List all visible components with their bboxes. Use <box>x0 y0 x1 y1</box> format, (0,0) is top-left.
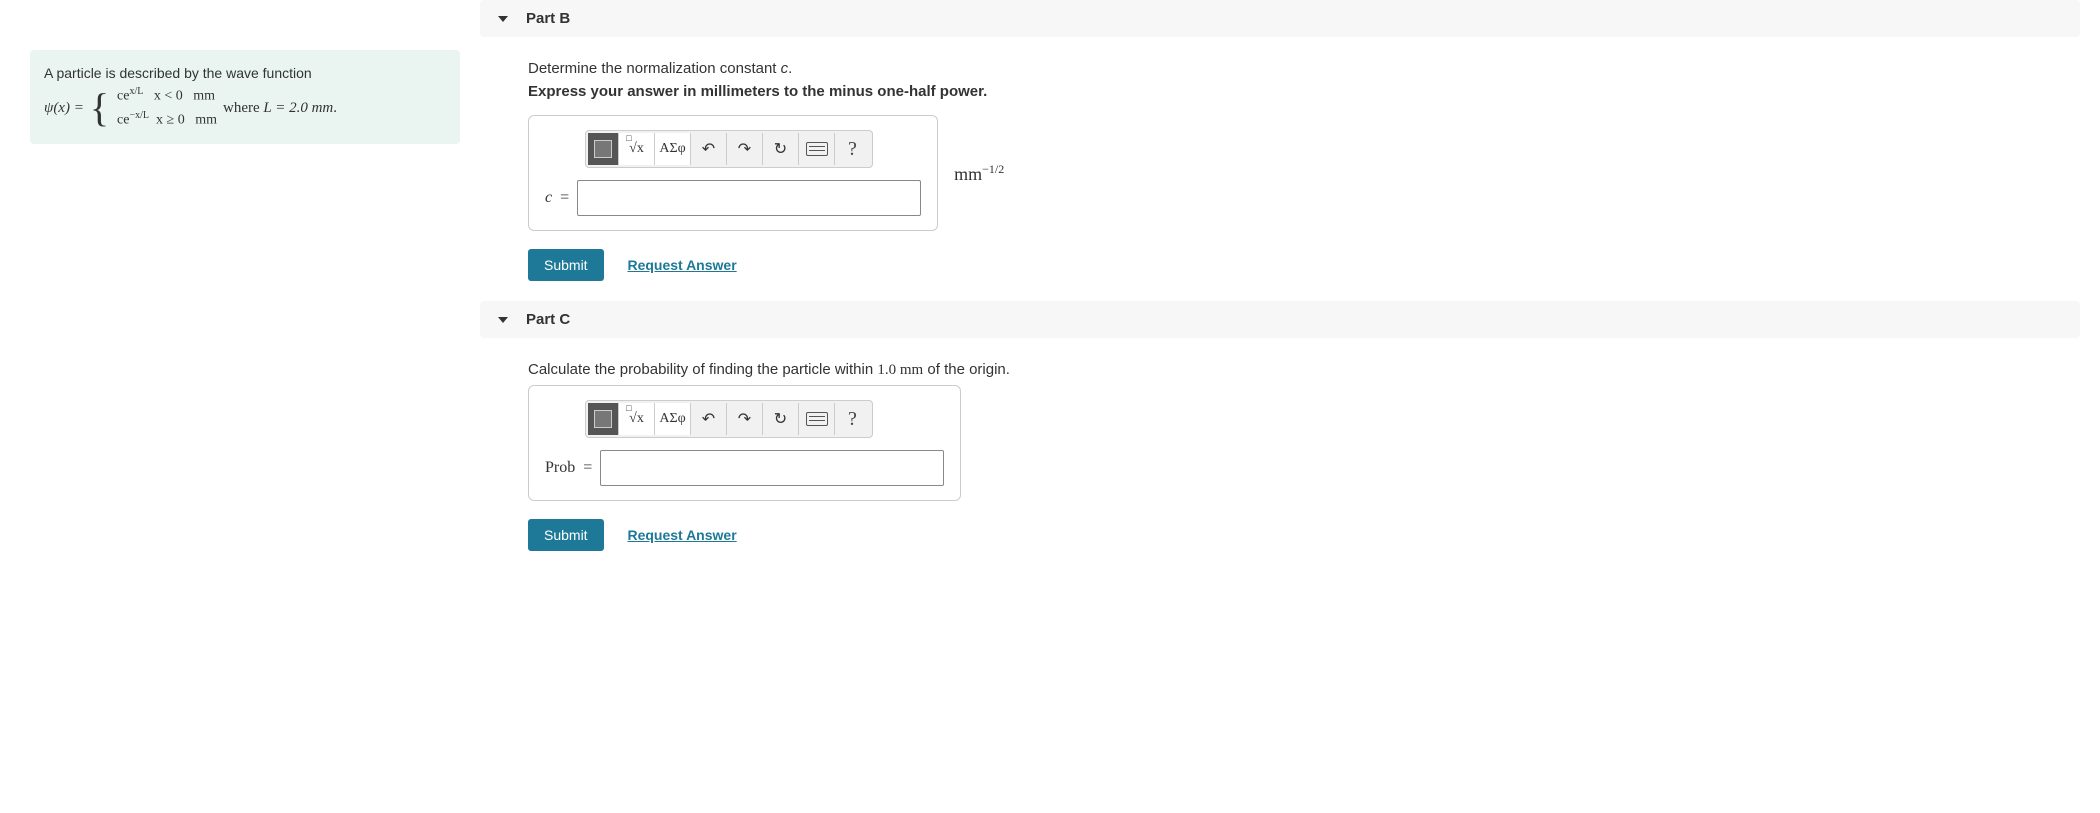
unit-exp: −1/2 <box>982 162 1004 176</box>
part-c-header[interactable]: Part C <box>480 301 2080 338</box>
part-b-header[interactable]: Part B <box>480 0 2080 37</box>
part-c-title: Part C <box>526 311 570 328</box>
keyboard-icon <box>806 412 828 426</box>
part-c-submit-button[interactable]: Submit <box>528 519 604 551</box>
undo-button[interactable]: ↶ <box>691 403 727 435</box>
part-c-prompt: Calculate the probability of finding the… <box>528 361 2080 379</box>
template-button[interactable] <box>588 403 619 435</box>
prompt-pre: Determine the normalization constant <box>528 60 781 77</box>
keyboard-icon <box>806 142 828 156</box>
part-b-answer-box: √x ΑΣφ ↶ ↷ ↻ ? c = <box>528 115 938 231</box>
sqrt-icon: √x <box>629 411 644 427</box>
problem-statement: A particle is described by the wave func… <box>30 50 460 144</box>
part-b-prompt: Determine the normalization constant c. <box>528 60 2080 77</box>
part-b-title: Part B <box>526 10 570 27</box>
part-b-input[interactable] <box>577 180 921 216</box>
page-container: A particle is described by the wave func… <box>0 0 2100 813</box>
help-button[interactable]: ? <box>835 133 870 165</box>
part-b-content: Determine the normalization constant c. … <box>480 37 2080 281</box>
l-value: L = 2.0 mm <box>263 100 333 116</box>
part-b-instruction: Express your answer in millimeters to th… <box>528 83 2080 100</box>
eq-sign: = <box>560 189 569 207</box>
sqrt-button[interactable]: √x <box>619 403 655 435</box>
brace-icon: { <box>90 94 109 122</box>
part-c-content: Calculate the probability of finding the… <box>480 338 2080 551</box>
prompt-post: . <box>788 60 792 77</box>
wave-function: ψ(x) = { cex/L x < 0 mm ce−x/L x ≥ 0 mm … <box>44 84 446 132</box>
var-c: c <box>545 189 552 207</box>
branch-2: ce−x/L x ≥ 0 mm <box>117 108 217 132</box>
part-b-submit-row: Submit Request Answer <box>528 249 2080 281</box>
part-b-unit: mm−1/2 <box>954 162 1004 185</box>
caret-down-icon <box>498 16 508 22</box>
greek-button[interactable]: ΑΣφ <box>655 133 691 165</box>
unit-base: mm <box>954 164 982 184</box>
branch-1: cex/L x < 0 mm <box>117 84 217 108</box>
piecewise: cex/L x < 0 mm ce−x/L x ≥ 0 mm <box>117 84 217 132</box>
prompt-pre-c: Calculate the probability of finding the… <box>528 361 877 378</box>
help-button[interactable]: ? <box>835 403 870 435</box>
part-c-submit-row: Submit Request Answer <box>528 519 2080 551</box>
part-b-request-link[interactable]: Request Answer <box>627 257 736 273</box>
keyboard-button[interactable] <box>799 403 835 435</box>
reset-button[interactable]: ↻ <box>763 403 799 435</box>
answer-input-row: c = <box>545 180 921 216</box>
template-button[interactable] <box>588 133 619 165</box>
var-prob: Prob <box>545 459 575 477</box>
answer-input-row-c: Prob = <box>545 450 944 486</box>
part-b-submit-button[interactable]: Submit <box>528 249 604 281</box>
where-text: where <box>223 100 263 116</box>
problem-column: A particle is described by the wave func… <box>0 0 480 813</box>
answer-column: Part B Determine the normalization const… <box>480 0 2100 813</box>
eq-sign-c: = <box>583 459 592 477</box>
reset-button[interactable]: ↻ <box>763 133 799 165</box>
part-c: Part C Calculate the probability of find… <box>480 301 2080 551</box>
problem-intro: A particle is described by the wave func… <box>44 62 446 84</box>
psi-label: ψ(x) = <box>44 96 84 120</box>
redo-button[interactable]: ↷ <box>727 403 763 435</box>
where-clause: where L = 2.0 mm. <box>223 96 337 120</box>
undo-button[interactable]: ↶ <box>691 133 727 165</box>
prompt-post-c: of the origin. <box>923 361 1010 378</box>
sqrt-button[interactable]: √x <box>619 133 655 165</box>
part-b: Part B Determine the normalization const… <box>480 0 2080 281</box>
redo-button[interactable]: ↷ <box>727 133 763 165</box>
part-c-request-link[interactable]: Request Answer <box>627 527 736 543</box>
period: . <box>333 100 337 116</box>
part-c-input[interactable] <box>600 450 944 486</box>
prompt-val-c: 1.0 mm <box>877 362 923 378</box>
greek-button[interactable]: ΑΣφ <box>655 403 691 435</box>
keyboard-button[interactable] <box>799 133 835 165</box>
sqrt-icon: √x <box>629 141 644 157</box>
part-c-answer-box: √x ΑΣφ ↶ ↷ ↻ ? Prob = <box>528 385 961 501</box>
equation-toolbar-c: √x ΑΣφ ↶ ↷ ↻ ? <box>585 400 873 438</box>
caret-down-icon <box>498 317 508 323</box>
equation-toolbar: √x ΑΣφ ↶ ↷ ↻ ? <box>585 130 873 168</box>
